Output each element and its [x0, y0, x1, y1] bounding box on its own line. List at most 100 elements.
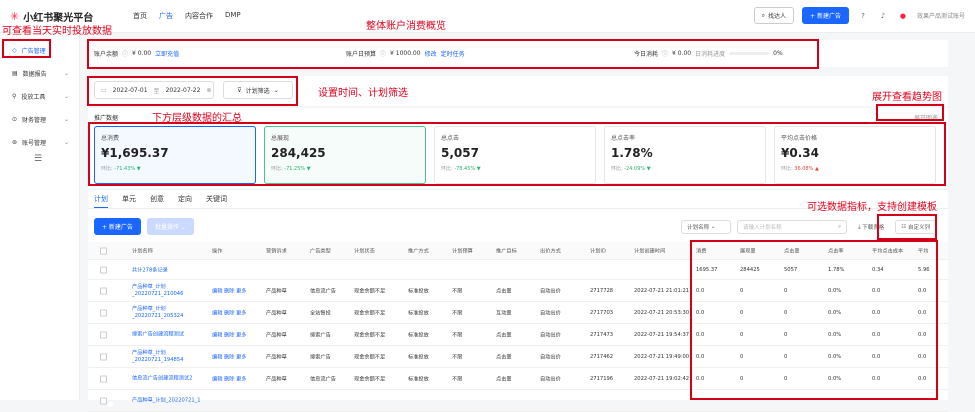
sidebar-item-label: 财务管理 [22, 117, 47, 124]
sidebar-item-label: 数据报告 [22, 71, 47, 78]
nav-dmp[interactable]: DMP [225, 11, 241, 21]
cell-time: 2022-07-21 19:49:00 [634, 353, 690, 360]
edit-link[interactable]: 编辑 [212, 354, 222, 360]
plan-search-input[interactable]: 请输入计划名称 ⌕ [737, 220, 848, 234]
col-header: 操作 [212, 248, 223, 254]
nav-ads[interactable]: 广告 [159, 11, 173, 21]
tab-targeting[interactable]: 定向 [178, 194, 192, 209]
tab-unit[interactable]: 单元 [122, 194, 136, 209]
cell-bid: 自动出价 [540, 354, 561, 360]
avatar[interactable]: ● [897, 10, 909, 22]
plan-name-link[interactable]: 信息流广告创建流程测试2 [132, 375, 202, 382]
cell-id: 2717473 [590, 331, 614, 338]
sidebar-item-data-report[interactable]: ▤ 数据报告 ⌄ [0, 62, 79, 85]
sidebar-item-tools[interactable]: ⚲ 投放工具 ⌄ [0, 85, 79, 108]
more-link[interactable]: 更多 [236, 310, 246, 316]
more-link[interactable]: 更多 [236, 288, 246, 294]
collapse-sidebar-icon[interactable]: ☰ [34, 154, 42, 164]
cell-status: 现金余额不足 [354, 376, 386, 382]
cell-goal: 产品种草 [266, 310, 287, 316]
cell-goal: 产品种草 [266, 354, 287, 360]
row-checkbox[interactable] [100, 287, 107, 294]
plan-name-link[interactable]: 搜索广告创建流程测试 [132, 331, 202, 338]
cell-budget: 不限 [452, 310, 463, 316]
cell-mode: 标准投放 [408, 332, 429, 338]
find-influencer-label: 找达人 [768, 13, 787, 20]
annotation-realtime: 可查看当天实时投放数据 [2, 26, 112, 37]
cell-budget: 不限 [452, 288, 463, 294]
sidebar-item-finance[interactable]: ⊙ 财务管理 ⌄ [0, 108, 79, 131]
cell-time: 2022-07-21 21:01:21 [634, 287, 690, 294]
bell-icon[interactable]: ♪ [877, 10, 889, 22]
account-name[interactable]: 效果产品测试账号 [917, 11, 965, 20]
cell-target: 互动量 [496, 310, 512, 316]
account-icon: ⊚ [12, 139, 18, 146]
cell-bid: 自动出价 [540, 288, 561, 294]
row-actions: 编辑 删除 更多 [212, 309, 246, 316]
sidebar-item-label: 账号管理 [22, 140, 47, 147]
new-ad-button[interactable]: + 新建广告 [802, 7, 849, 24]
highlight-box-custom [877, 214, 937, 240]
top-nav: 首页 广告 内容合作 DMP [133, 11, 241, 21]
cell-type: 信息流广告 [310, 376, 336, 382]
row-checkbox[interactable] [100, 397, 107, 404]
cell-id: 2717728 [590, 287, 614, 294]
plan-name-link[interactable]: 产品种草_计划_20220721_205324 [132, 306, 202, 320]
col-header[interactable]: 计划状态 [354, 247, 375, 254]
row-checkbox[interactable] [100, 331, 107, 338]
more-link[interactable]: 更多 [236, 332, 246, 338]
select-all-checkbox[interactable] [100, 247, 107, 254]
highlight-box-account [87, 39, 819, 69]
col-header[interactable]: 推广方式 [408, 247, 429, 254]
find-influencer-button[interactable]: ⌕ 找达人 [753, 7, 795, 24]
cell-goal: 产品种草 [266, 288, 287, 294]
row-checkbox[interactable] [100, 266, 107, 273]
annotation-filter: 设置时间、计划筛选 [318, 88, 408, 99]
nav-home[interactable]: 首页 [133, 11, 147, 21]
nav-content[interactable]: 内容合作 [185, 11, 213, 21]
row-actions: 编辑 删除 更多 [212, 353, 246, 360]
edit-link[interactable]: 编辑 [212, 376, 222, 382]
delete-link[interactable]: 删除 [224, 354, 234, 360]
cell-budget: 不限 [452, 376, 463, 382]
search-field-select[interactable]: 计划名称 ⌄ [681, 220, 732, 234]
delete-link[interactable]: 删除 [224, 310, 234, 316]
plan-name-link[interactable]: 产品种草_计划_20220721_1 [132, 397, 202, 404]
more-link[interactable]: 更多 [236, 376, 246, 382]
delete-link[interactable]: 删除 [224, 332, 234, 338]
edit-link[interactable]: 编辑 [212, 288, 222, 294]
cell-bid: 自动出价 [540, 310, 561, 316]
col-header[interactable]: 推广目标 [496, 247, 517, 254]
search-icon[interactable]: ⌕ [838, 224, 841, 231]
tab-creative[interactable]: 创意 [150, 194, 164, 209]
cell-goal: 产品种草 [266, 332, 287, 338]
more-link[interactable]: 更多 [236, 354, 246, 360]
sidebar-item-account[interactable]: ⊚ 账号管理 ⌄ [0, 131, 79, 154]
edit-link[interactable]: 编辑 [212, 310, 222, 316]
cell-id: 2717462 [590, 353, 614, 360]
tab-plan[interactable]: 计划 [94, 194, 108, 209]
cell-status: 现金余额不足 [354, 354, 386, 360]
cell-target: 点击量 [496, 288, 512, 294]
chevron-down-icon: ⌄ [63, 139, 69, 146]
search-placeholder: 请输入计划名称 [743, 225, 782, 231]
batch-label: 批量操作 [154, 224, 179, 231]
col-header[interactable]: 营销诉求 [266, 247, 287, 254]
section-title: 推广数据 [94, 115, 119, 122]
cell-type: 搜索广告 [310, 354, 331, 360]
batch-operation-button[interactable]: 批量操作 ⌄ [146, 218, 194, 235]
table-new-ad-button[interactable]: + 新建广告 [94, 218, 141, 235]
delete-link[interactable]: 删除 [224, 288, 234, 294]
col-header[interactable]: 出价方式 [540, 247, 561, 254]
row-checkbox[interactable] [100, 375, 107, 382]
delete-link[interactable]: 删除 [224, 376, 234, 382]
plan-name-link[interactable]: 产品种草_计划_20220721_194854 [132, 350, 202, 364]
select-label: 计划名称 [687, 225, 710, 231]
col-header[interactable]: 广告类型 [310, 247, 331, 254]
edit-link[interactable]: 编辑 [212, 332, 222, 338]
tab-keyword[interactable]: 关键词 [206, 194, 227, 209]
row-checkbox[interactable] [100, 353, 107, 360]
help-icon[interactable]: ? [857, 10, 869, 22]
row-checkbox[interactable] [100, 309, 107, 316]
plan-name-link[interactable]: 产品种草_计划_20220721_210046 [132, 284, 202, 298]
